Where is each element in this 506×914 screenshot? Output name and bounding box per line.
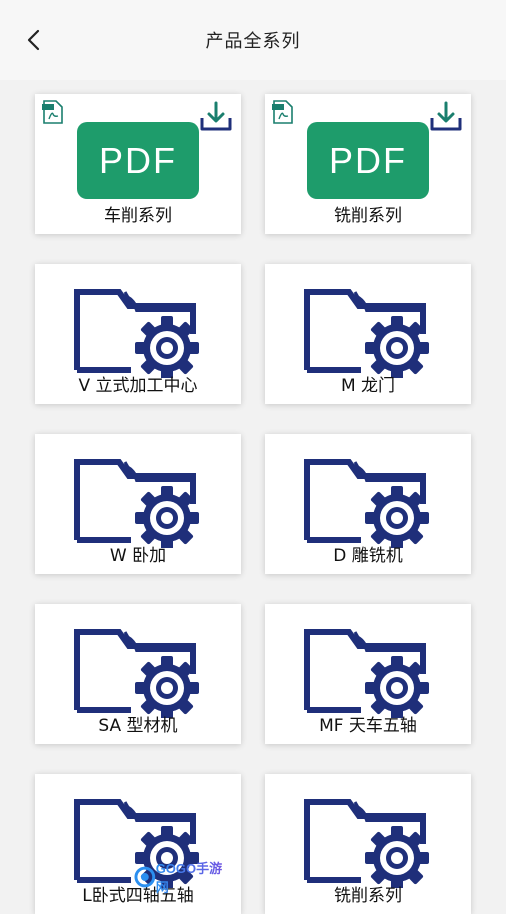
product-card[interactable]: D 雕铣机 [265, 434, 471, 574]
product-card-label: MF 天车五轴 [319, 716, 417, 736]
watermark: GOGO手游网 [134, 861, 234, 895]
product-grid: PDF 车削系列 PDF 铣削系列 V 立式加工中心 M 龙门 W 卧加 D 雕… [0, 0, 506, 914]
folder-gear-icon [304, 459, 429, 548]
download-icon[interactable] [429, 100, 463, 132]
product-card[interactable]: V 立式加工中心 [35, 264, 241, 404]
pdf-file-icon [42, 100, 63, 124]
folder-gear-icon [304, 289, 429, 378]
product-card-label: M 龙门 [340, 376, 396, 396]
folder-gear-icon [304, 799, 429, 888]
folder-gear-icon [74, 459, 199, 548]
product-card[interactable]: PDF 铣削系列 [265, 94, 471, 234]
download-icon[interactable] [199, 100, 233, 132]
product-card[interactable]: PDF 车削系列 [35, 94, 241, 234]
product-card-label: 车削系列 [104, 206, 172, 226]
folder-gear-icon [74, 289, 199, 378]
folder-gear-icon [304, 629, 429, 718]
product-card[interactable]: M 龙门 [265, 264, 471, 404]
product-card-label: 铣削系列 [334, 886, 402, 906]
product-card-label: W 卧加 [109, 546, 167, 566]
product-card[interactable]: W 卧加 [35, 434, 241, 574]
pdf-file-icon [272, 100, 293, 124]
product-card-label: V 立式加工中心 [78, 376, 198, 396]
watermark-logo-icon [134, 866, 156, 888]
pdf-badge: PDF [307, 122, 429, 199]
watermark-text: GOGO手游网 [156, 858, 234, 896]
product-card-label: D 雕铣机 [333, 546, 403, 566]
folder-gear-icon [74, 629, 199, 718]
product-card-label: 铣削系列 [334, 206, 402, 226]
product-card[interactable]: MF 天车五轴 [265, 604, 471, 744]
product-card[interactable]: SA 型材机 [35, 604, 241, 744]
pdf-badge: PDF [77, 122, 199, 199]
product-card[interactable]: 铣削系列 [265, 774, 471, 914]
product-card-label: SA 型材机 [98, 716, 178, 736]
